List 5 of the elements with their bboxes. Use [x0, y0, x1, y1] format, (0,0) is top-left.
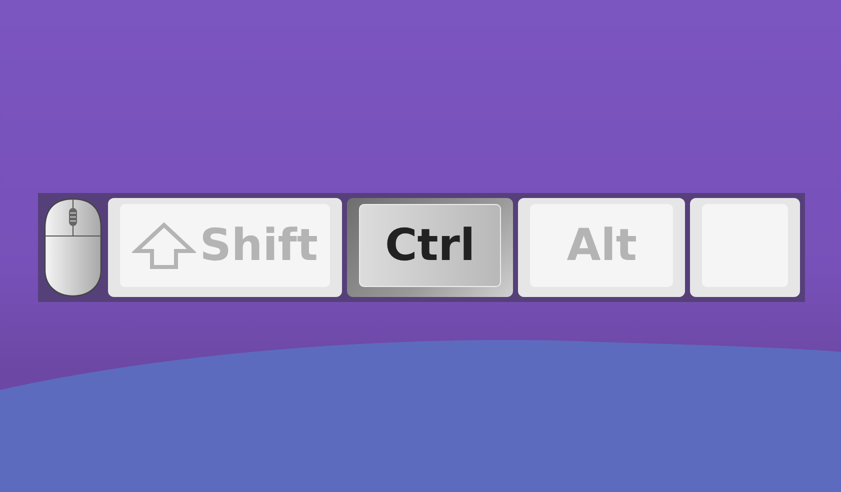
key-label: Ctrl — [384, 224, 476, 268]
mouse-icon — [43, 198, 103, 297]
key-label: Shift — [200, 224, 318, 268]
up-arrow-icon — [132, 220, 196, 270]
key-label: Alt — [566, 224, 637, 268]
